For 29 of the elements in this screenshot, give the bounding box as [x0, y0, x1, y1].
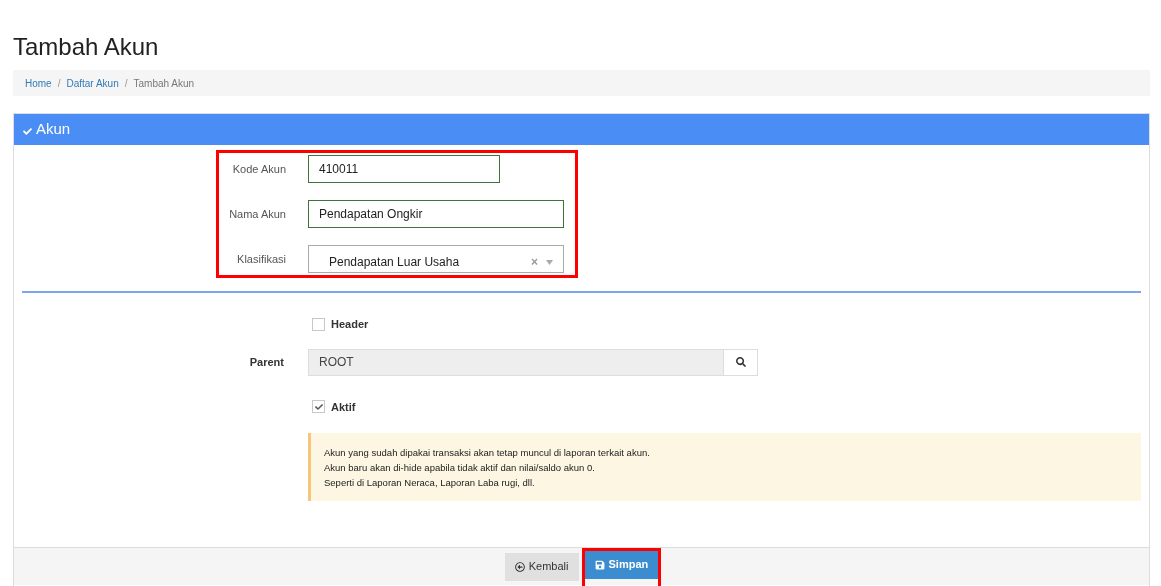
dropdown-caret-icon [546, 259, 553, 265]
search-icon [735, 357, 746, 367]
check-icon [23, 126, 32, 136]
select-field[interactable]: Pendapatan Luar Usaha × [308, 245, 564, 273]
page-title: Tambah Akun [12, 32, 160, 61]
search-button[interactable] [724, 348, 758, 376]
circled-arrow-left-icon [514, 561, 525, 572]
checkbox-label: Aktif [331, 399, 356, 415]
save-button[interactable]: Simpan [584, 550, 659, 579]
parent-field[interactable]: ROOT [308, 348, 724, 376]
breadcrumb-link[interactable]: Home [25, 75, 52, 91]
breadcrumb-separator: / [124, 76, 128, 91]
text-field[interactable]: Pendapatan Ongkir [308, 200, 564, 228]
notice-text: Seperti di Laporan Neraca, Laporan Laba rugi, dll. [324, 475, 536, 489]
back-button[interactable]: Kembali [504, 552, 579, 581]
checkbox-label: Header [331, 317, 369, 332]
checkbox[interactable] [312, 400, 325, 414]
checkmark-icon [314, 402, 323, 411]
notice-text: Akun yang sudah dipakai transaksi akan tetap muncul di laporan terkait akun. [324, 445, 651, 459]
breadcrumb-separator: / [57, 76, 61, 91]
text-field[interactable]: 410011 [308, 155, 500, 183]
checkbox[interactable] [312, 317, 325, 331]
field-label: Klasifikasi [236, 251, 287, 267]
breadcrumb-link[interactable]: Daftar Akun [66, 75, 119, 91]
panel-title: Akun [36, 119, 71, 140]
field-label: Nama Akun [228, 206, 287, 222]
notice-text: Akun baru akan di-hide apabila tidak aktif dan nilai/saldo akun 0. [324, 460, 596, 474]
field-label: Parent [248, 354, 285, 370]
field-label: Kode Akun [231, 161, 287, 177]
